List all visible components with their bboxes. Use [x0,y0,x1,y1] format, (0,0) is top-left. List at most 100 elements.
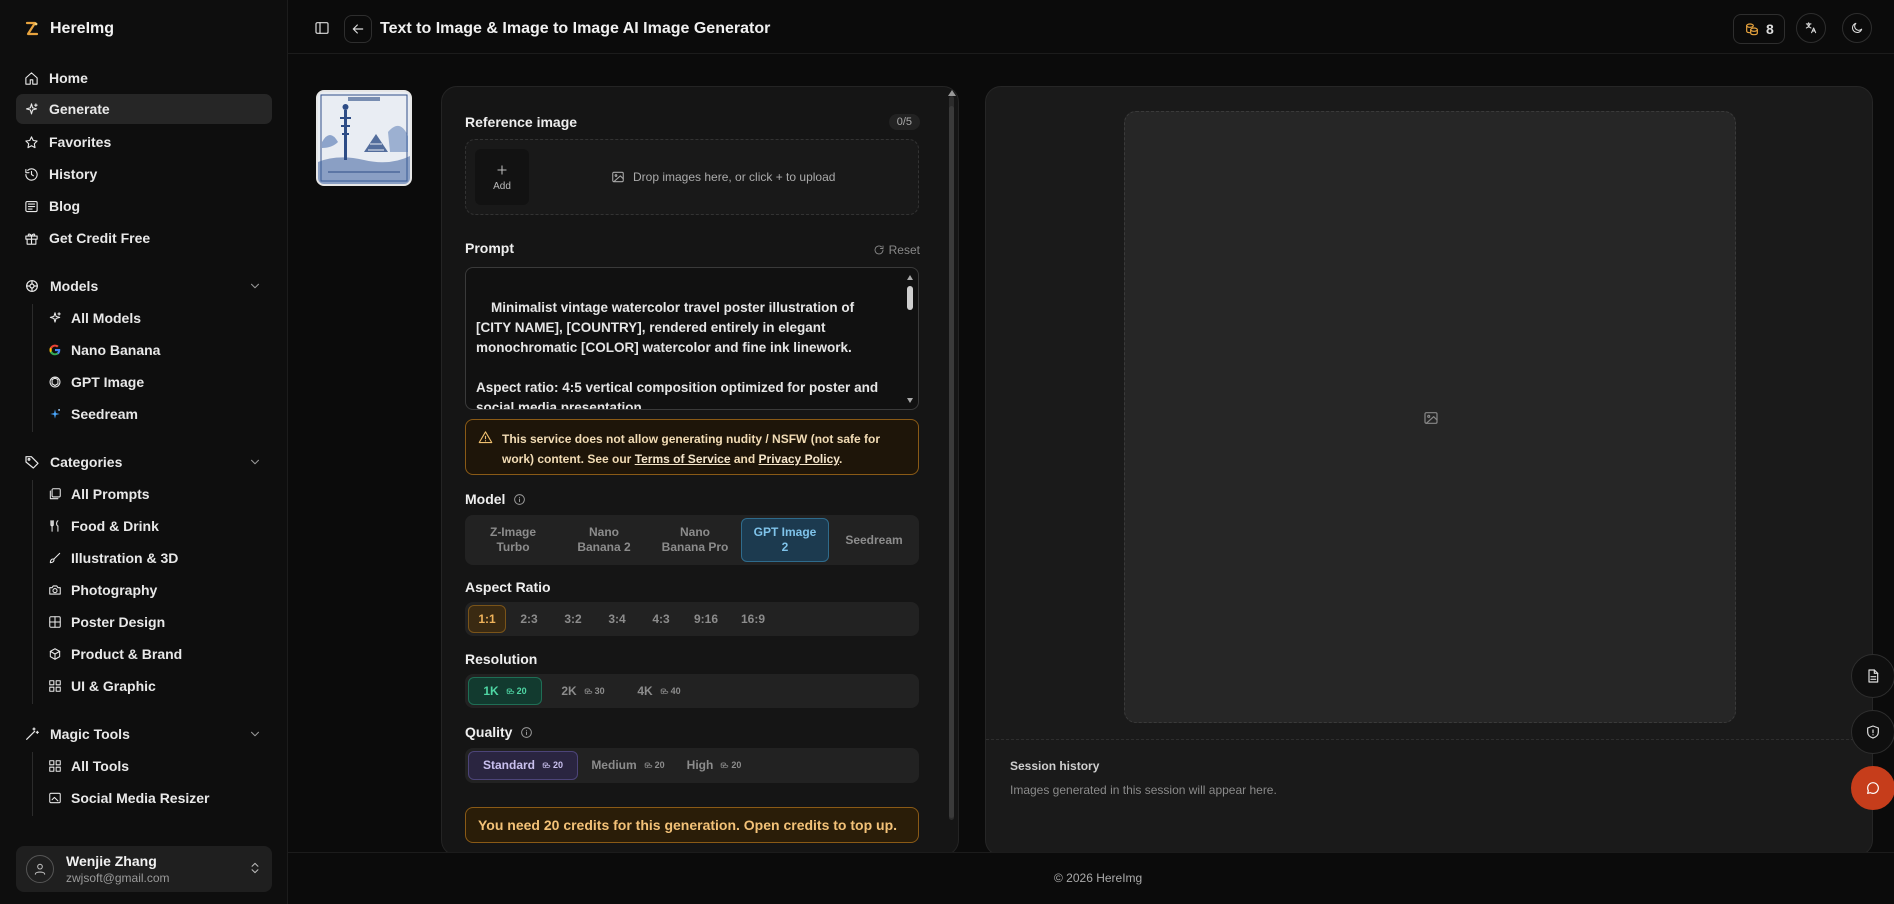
model-option-z-image-turbo[interactable]: Z-Image Turbo [469,518,557,562]
nav-blog[interactable]: Blog [16,191,272,221]
sidebar-item-seedream[interactable]: Seedream [40,400,272,428]
brand[interactable]: HereImg [24,20,114,38]
nav-get-credit-label: Get Credit Free [49,230,151,246]
theme-toggle-button[interactable] [1842,13,1872,43]
info-icon[interactable] [513,493,526,506]
panel-scrollbar-thumb[interactable] [949,106,954,818]
reset-prompt-button[interactable]: Reset [873,243,920,257]
quality-option-medium[interactable]: Medium 20 [583,751,673,780]
page-title: Text to Image & Image to Image AI Image … [380,20,771,37]
sidebar-item-all-tools[interactable]: All Tools [40,752,272,780]
footer: © 2026 HereImg [288,852,1894,904]
aspect-ratio-label: Aspect Ratio [465,579,551,595]
reset-label: Reset [888,243,920,257]
layers-icon [49,488,61,500]
sidebar-item-all-prompts[interactable]: All Prompts [40,480,272,508]
sidebar-item-product-brand[interactable]: Product & Brand [40,640,272,668]
back-button[interactable] [344,15,372,43]
quality-option-high[interactable]: High 20 [677,751,751,780]
aspect-option-9-16[interactable]: 9:16 [686,605,726,633]
add-image-button[interactable]: Add [475,149,529,205]
section-categories-label: Categories [50,454,123,470]
quality-option-standard[interactable]: Standard 20 [468,751,578,780]
top-header: Text to Image & Image to Image AI Image … [288,0,1894,54]
grid-icon [49,680,61,692]
sidebar-item-gpt-image[interactable]: GPT Image [40,368,272,396]
language-button[interactable] [1796,13,1826,43]
warning-and: and [730,452,759,466]
sidebar-item-social-media-resizer[interactable]: Social Media Resizer [40,784,272,812]
image-dropzone[interactable]: Add Drop images here, or click + to uplo… [465,139,919,215]
docs-button[interactable] [1851,654,1894,698]
model-selector: Z-Image Turbo Nano Banana 2 Nano Banana Pro… [465,515,919,565]
user-menu[interactable]: Wenjie Zhang zwjsoft@gmail.com [16,846,272,892]
prompt-label: Prompt [465,240,514,256]
arrow-left-icon [352,24,364,34]
toggle-sidebar-button[interactable] [310,14,334,42]
nav-generate[interactable]: Generate [16,94,272,124]
sparkles-icon [25,102,38,114]
sidebar-item-poster-design[interactable]: Poster Design [40,608,272,636]
section-magic-tools-label: Magic Tools [50,726,130,742]
resolution-4k-label: 4K [637,683,653,698]
sidebar-item-photography[interactable]: Photography [40,576,272,604]
section-categories[interactable]: Categories [16,447,272,477]
aspect-option-4-3[interactable]: 4:3 [642,605,680,633]
session-divider [986,739,1872,740]
sidebar-item-illustration-3d[interactable]: Illustration & 3D [40,544,272,572]
prompt-scrollbar[interactable] [906,274,914,404]
resolution-option-1k[interactable]: 1K 20 [468,677,542,705]
resolution-option-4k[interactable]: 4K 40 [623,677,695,705]
model-option-nano-banana-2[interactable]: Nano Banana 2 [560,518,648,562]
sidebar-item-all-models[interactable]: All Models [40,304,272,332]
privacy-link[interactable]: Privacy Policy [759,452,840,466]
sidebar-item-ui-graphic[interactable]: UI & Graphic [40,672,272,700]
gift-icon [25,232,38,245]
sidebar-item-nano-banana[interactable]: Nano Banana [40,336,272,364]
cost-badge: 30 [584,684,605,699]
info-icon[interactable] [520,726,533,739]
credits-button[interactable]: 8 [1733,14,1785,44]
nav-history[interactable]: History [16,159,272,189]
chat-button[interactable] [1851,766,1894,810]
sidebar-item-food-drink[interactable]: Food & Drink [40,512,272,540]
models-icon [26,280,38,292]
model-option-seedream[interactable]: Seedream [832,518,916,562]
file-text-icon [1868,669,1879,683]
nav-home[interactable]: Home [16,63,272,93]
package-icon [49,648,61,660]
sidebar-item-label: Illustration & 3D [71,550,179,566]
insufficient-credits-notice[interactable]: You need 20 credits for this generation.… [465,807,919,843]
aspect-option-1-1[interactable]: 1:1 [468,605,506,633]
resolution-option-2k[interactable]: 2K 30 [547,677,619,705]
scroll-up-arrow[interactable] [948,90,956,96]
terms-link[interactable]: Terms of Service [635,452,731,466]
quality-medium-label: Medium [591,758,637,772]
coins-icon [660,688,668,694]
aspect-option-3-2[interactable]: 3:2 [554,605,592,633]
aspect-option-3-4[interactable]: 3:4 [598,605,636,633]
warning-end: . [839,452,843,466]
section-models[interactable]: Models [16,271,272,301]
nav-favorites[interactable]: Favorites [16,127,272,157]
privacy-shield-button[interactable] [1851,710,1894,754]
logo-icon [25,21,39,36]
model-option-gpt-image-2[interactable]: GPT Image 2 [741,518,829,562]
nav-get-credit[interactable]: Get Credit Free [16,223,272,253]
credits-count: 8 [1766,21,1774,37]
section-models-label: Models [50,278,99,294]
model-label: Model [465,491,526,507]
aspect-option-2-3[interactable]: 2:3 [510,605,548,633]
image-icon [612,171,624,183]
prompt-textarea[interactable]: Minimalist vintage watercolor travel pos… [465,267,919,410]
image-icon [1424,412,1438,424]
aspect-option-16-9[interactable]: 16:9 [732,605,774,633]
reference-thumbnail[interactable] [316,90,412,186]
grid-icon [49,760,61,772]
history-icon [25,167,38,181]
refresh-icon [874,245,884,255]
session-history-title: Session history [1010,759,1100,773]
section-magic-tools[interactable]: Magic Tools [16,719,272,749]
chat-icon [1867,782,1879,794]
model-option-nano-banana-pro[interactable]: Nano Banana Pro [651,518,739,562]
